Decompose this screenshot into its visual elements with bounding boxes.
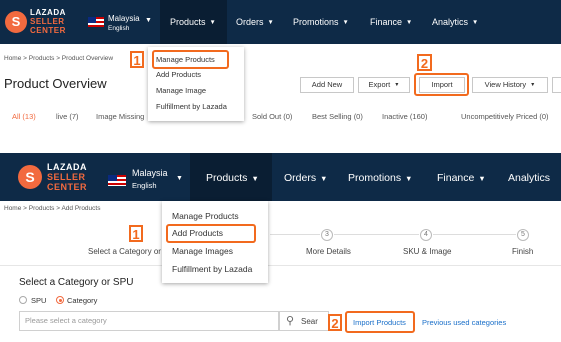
radio-spu-label: SPU — [31, 296, 47, 305]
chevron-down-icon: ▼ — [267, 19, 274, 27]
radio-spu[interactable] — [19, 296, 27, 304]
lazada-logo-icon: S — [5, 11, 27, 33]
highlight-add-products — [166, 224, 256, 243]
step-label-finish: Finish — [512, 247, 534, 256]
nav-promotions[interactable]: Promotions ▼ — [348, 172, 412, 184]
filter-inactive[interactable]: Inactive (160) — [382, 112, 427, 121]
view-history-button[interactable]: View History ▼ — [472, 77, 548, 93]
breadcrumb: Home > Products > Add Products — [4, 205, 101, 212]
logo-line2: SELLER — [47, 172, 86, 182]
category-input-placeholder: Please select a category — [25, 316, 107, 325]
category-input[interactable]: Please select a category — [19, 311, 279, 331]
search-button[interactable]: ⚲ Sear — [279, 311, 329, 331]
menu-manage-images[interactable]: Manage Images — [172, 246, 233, 256]
logo-line2: SELLER — [30, 17, 65, 26]
malaysia-flag-icon — [88, 17, 104, 27]
filter-uncompetitively-priced[interactable]: Uncompetitively Priced (0) — [461, 112, 549, 121]
radio-category[interactable] — [56, 296, 64, 304]
page-title: Product Overview — [4, 76, 107, 91]
search-label: Sear — [301, 317, 318, 326]
add-new-button[interactable]: Add New — [300, 77, 354, 93]
step-badge-1: 1 — [130, 51, 144, 68]
step-badge-2: 2 — [417, 54, 432, 71]
step-3-circle: 3 — [321, 229, 333, 241]
previous-used-categories-link[interactable]: Previous used categories — [422, 318, 506, 327]
region-country[interactable]: Malaysia — [108, 14, 140, 23]
step-label-more-details: More Details — [306, 247, 351, 256]
nav-orders[interactable]: Orders ▼ — [284, 172, 327, 184]
breadcrumb: Home > Products > Product Overview — [4, 55, 114, 62]
more-button[interactable] — [552, 77, 561, 93]
chevron-down-icon: ▼ — [405, 173, 413, 183]
search-icon: ⚲ — [286, 315, 295, 327]
filter-sold-out[interactable]: Sold Out (0) — [252, 112, 292, 121]
region-chevron-down-icon[interactable]: ▼ — [145, 17, 152, 24]
chevron-down-icon: ▼ — [406, 19, 413, 27]
region-language: English — [132, 181, 157, 190]
nav-products[interactable]: Products ▼ — [170, 17, 216, 27]
step-badge-1: 1 — [129, 225, 143, 242]
export-button[interactable]: Export ▼ — [358, 77, 410, 93]
menu-add-products[interactable]: Add Products — [156, 70, 201, 79]
top-screenshot: S LAZADA SELLER CENTER Malaysia English … — [0, 0, 561, 140]
chevron-down-icon: ▼ — [478, 173, 486, 183]
nav-analytics[interactable]: Analytics ▼ — [432, 17, 478, 27]
chevron-down-icon: ▼ — [530, 82, 536, 89]
step-label-sku-image: SKU & Image — [403, 247, 452, 256]
nav-finance[interactable]: Finance ▼ — [370, 17, 412, 27]
menu-manage-image[interactable]: Manage Image — [156, 86, 206, 95]
step-4-circle: 4 — [420, 229, 432, 241]
section-title: Select a Category or SPU — [19, 277, 134, 288]
chevron-down-icon: ▼ — [472, 19, 479, 27]
region-chevron-down-icon[interactable]: ▼ — [176, 175, 183, 182]
filter-all[interactable]: All (13) — [12, 112, 36, 121]
highlight-manage-products — [152, 50, 229, 69]
bottom-screenshot: S LAZADA SELLER CENTER Malaysia English … — [0, 153, 561, 342]
filter-image-missing[interactable]: Image Missing — [96, 112, 144, 121]
chevron-down-icon: ▼ — [251, 173, 259, 183]
nav-products[interactable]: Products ▼ — [206, 172, 259, 184]
step-5-circle: 5 — [517, 229, 529, 241]
menu-fulfillment-by-lazada[interactable]: Fulfillment by Lazada — [172, 264, 252, 274]
region-language: English — [108, 25, 130, 32]
step-connector — [433, 234, 516, 235]
chevron-down-icon: ▼ — [320, 173, 328, 183]
region-country[interactable]: Malaysia — [132, 168, 168, 178]
highlight-import-products — [345, 311, 415, 333]
nav-promotions[interactable]: Promotions ▼ — [293, 17, 349, 27]
nav-analytics[interactable]: Analytics — [508, 172, 550, 184]
chevron-down-icon: ▼ — [342, 19, 349, 27]
step-badge-2: 2 — [328, 314, 342, 331]
step-connector — [334, 234, 419, 235]
chevron-down-icon: ▼ — [394, 82, 400, 89]
logo-line3: CENTER — [30, 26, 66, 35]
nav-finance[interactable]: Finance ▼ — [437, 172, 486, 184]
logo-line1: LAZADA — [47, 162, 87, 172]
menu-fulfillment-by-lazada[interactable]: Fulfillment by Lazada — [156, 102, 227, 111]
menu-manage-products[interactable]: Manage Products — [172, 211, 239, 221]
filter-live[interactable]: live (7) — [56, 112, 79, 121]
radio-category-label: Category — [67, 296, 98, 305]
logo-line1: LAZADA — [30, 8, 66, 17]
lazada-logo-icon: S — [18, 165, 42, 189]
malaysia-flag-icon — [108, 175, 126, 186]
chevron-down-icon: ▼ — [209, 19, 216, 27]
step-connector — [270, 234, 320, 235]
nav-orders[interactable]: Orders ▼ — [236, 17, 274, 27]
step-label-select-category: Select a Category or — [88, 247, 161, 256]
divider — [0, 265, 561, 266]
logo-line3: CENTER — [47, 182, 88, 192]
highlight-import-button — [414, 73, 469, 96]
filter-best-selling[interactable]: Best Selling (0) — [312, 112, 363, 121]
